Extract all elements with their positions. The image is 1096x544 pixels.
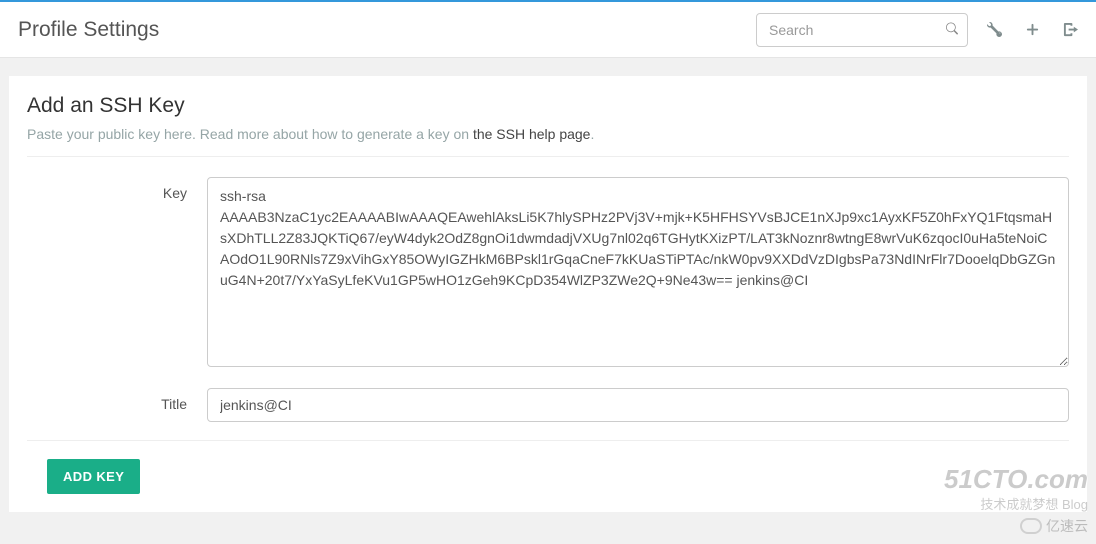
page-title: Profile Settings [18,18,756,42]
title-form-group: Title [27,388,1069,422]
watermark: 51CTO.com 技术成就梦想 Blog 亿速云 [944,468,1088,536]
help-text: Paste your public key here. Read more ab… [27,126,1069,142]
watermark-sub: 技术成就梦想 Blog [980,494,1088,513]
add-key-button[interactable]: ADD KEY [47,459,140,494]
search-wrap [756,13,968,47]
button-row: ADD KEY [27,440,1069,512]
ssh-help-link[interactable]: the SSH help page [473,126,591,142]
ssh-key-panel: Add an SSH Key Paste your public key her… [9,76,1087,512]
divider [27,156,1069,157]
key-form-group: Key ssh-rsa AAAAB3NzaC1yc2EAAAABIwAAAQEA… [27,177,1069,370]
wrench-icon[interactable] [986,22,1002,38]
help-suffix: . [590,126,594,142]
title-label: Title [27,388,207,422]
search-input[interactable] [756,13,968,47]
key-textarea[interactable]: ssh-rsa AAAAB3NzaC1yc2EAAAABIwAAAQEAwehl… [207,177,1069,367]
header-actions [986,22,1078,38]
plus-icon[interactable] [1024,22,1040,38]
watermark-bottom: 亿速云 [1020,516,1088,536]
watermark-main: 51CTO.com [944,468,1088,491]
title-input[interactable] [207,388,1069,422]
cloud-icon [1020,518,1042,534]
signout-icon[interactable] [1062,22,1078,38]
help-prefix: Paste your public key here. Read more ab… [27,126,473,142]
key-label: Key [27,177,207,370]
panel-title: Add an SSH Key [27,94,1069,118]
page-header: Profile Settings [0,2,1096,58]
